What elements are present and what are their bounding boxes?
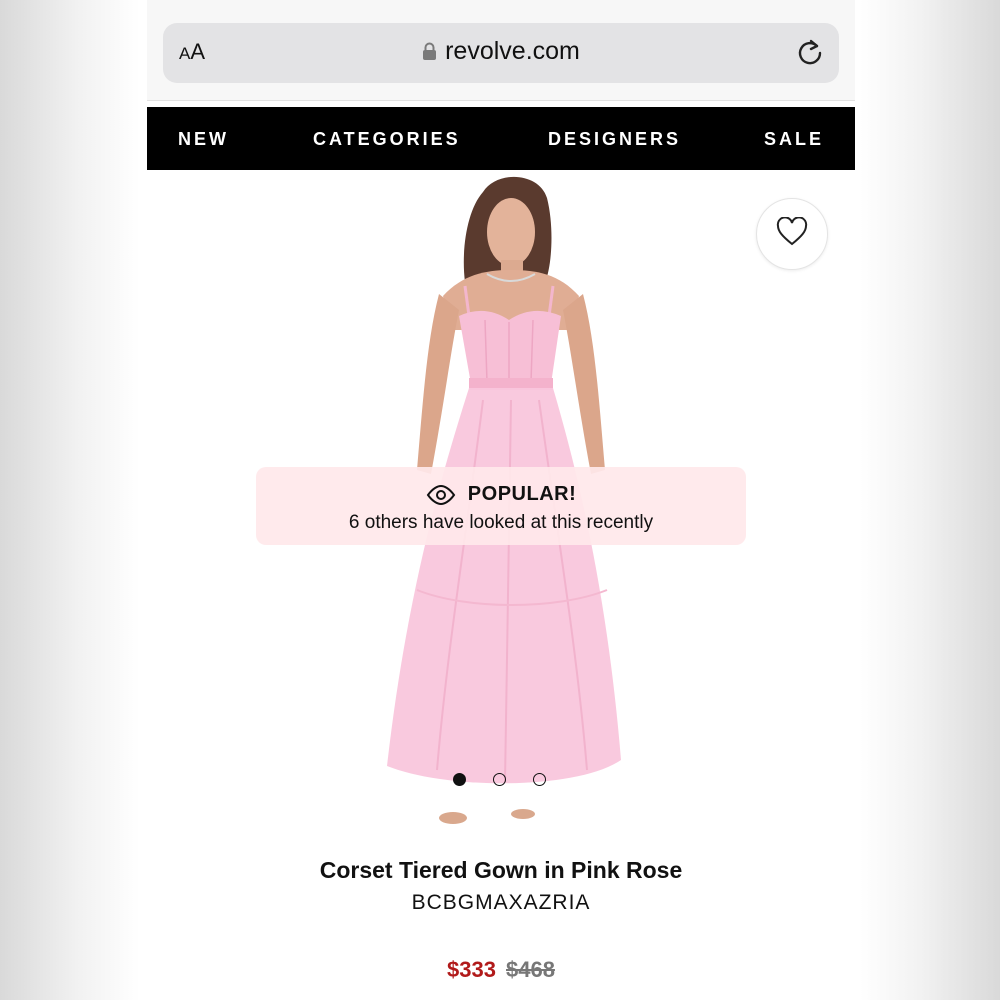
nav-item-sale[interactable]: SALE [764, 129, 824, 150]
popular-subtitle: 6 others have looked at this recently [348, 512, 654, 533]
main-nav: NEW CATEGORIES DESIGNERS SALE [147, 107, 855, 170]
popular-banner: POPULAR! 6 others have looked at this re… [256, 467, 746, 545]
phone-screen: AA revolve.com NEW CATEGORIES DESIGNERS … [147, 0, 855, 1000]
carousel-dot-2[interactable] [493, 773, 506, 786]
product-brand[interactable]: BCBGMAXAZRIA [147, 891, 855, 915]
lock-icon [422, 39, 437, 68]
nav-item-new[interactable]: NEW [178, 129, 229, 150]
url-text: revolve.com [445, 37, 580, 65]
browser-chrome: AA revolve.com [147, 0, 855, 101]
price-block: $333 $468 [147, 957, 855, 983]
original-price: $468 [506, 957, 555, 982]
popular-title-text: POPULAR! [467, 483, 577, 505]
nav-item-categories[interactable]: CATEGORIES [313, 129, 461, 150]
reload-icon[interactable] [795, 37, 825, 72]
wishlist-button[interactable] [756, 198, 828, 270]
url-display[interactable]: revolve.com [163, 37, 839, 68]
product-title: Corset Tiered Gown in Pink Rose [319, 857, 683, 883]
carousel-dot-3[interactable] [533, 773, 546, 786]
eye-icon [426, 483, 468, 506]
carousel-dot-1[interactable] [453, 773, 466, 786]
popular-title: POPULAR! [256, 483, 746, 506]
sale-price: $333 [447, 957, 496, 982]
nav-item-designers[interactable]: DESIGNERS [548, 129, 681, 150]
heart-icon [776, 215, 808, 252]
address-bar[interactable]: AA revolve.com [163, 23, 839, 83]
